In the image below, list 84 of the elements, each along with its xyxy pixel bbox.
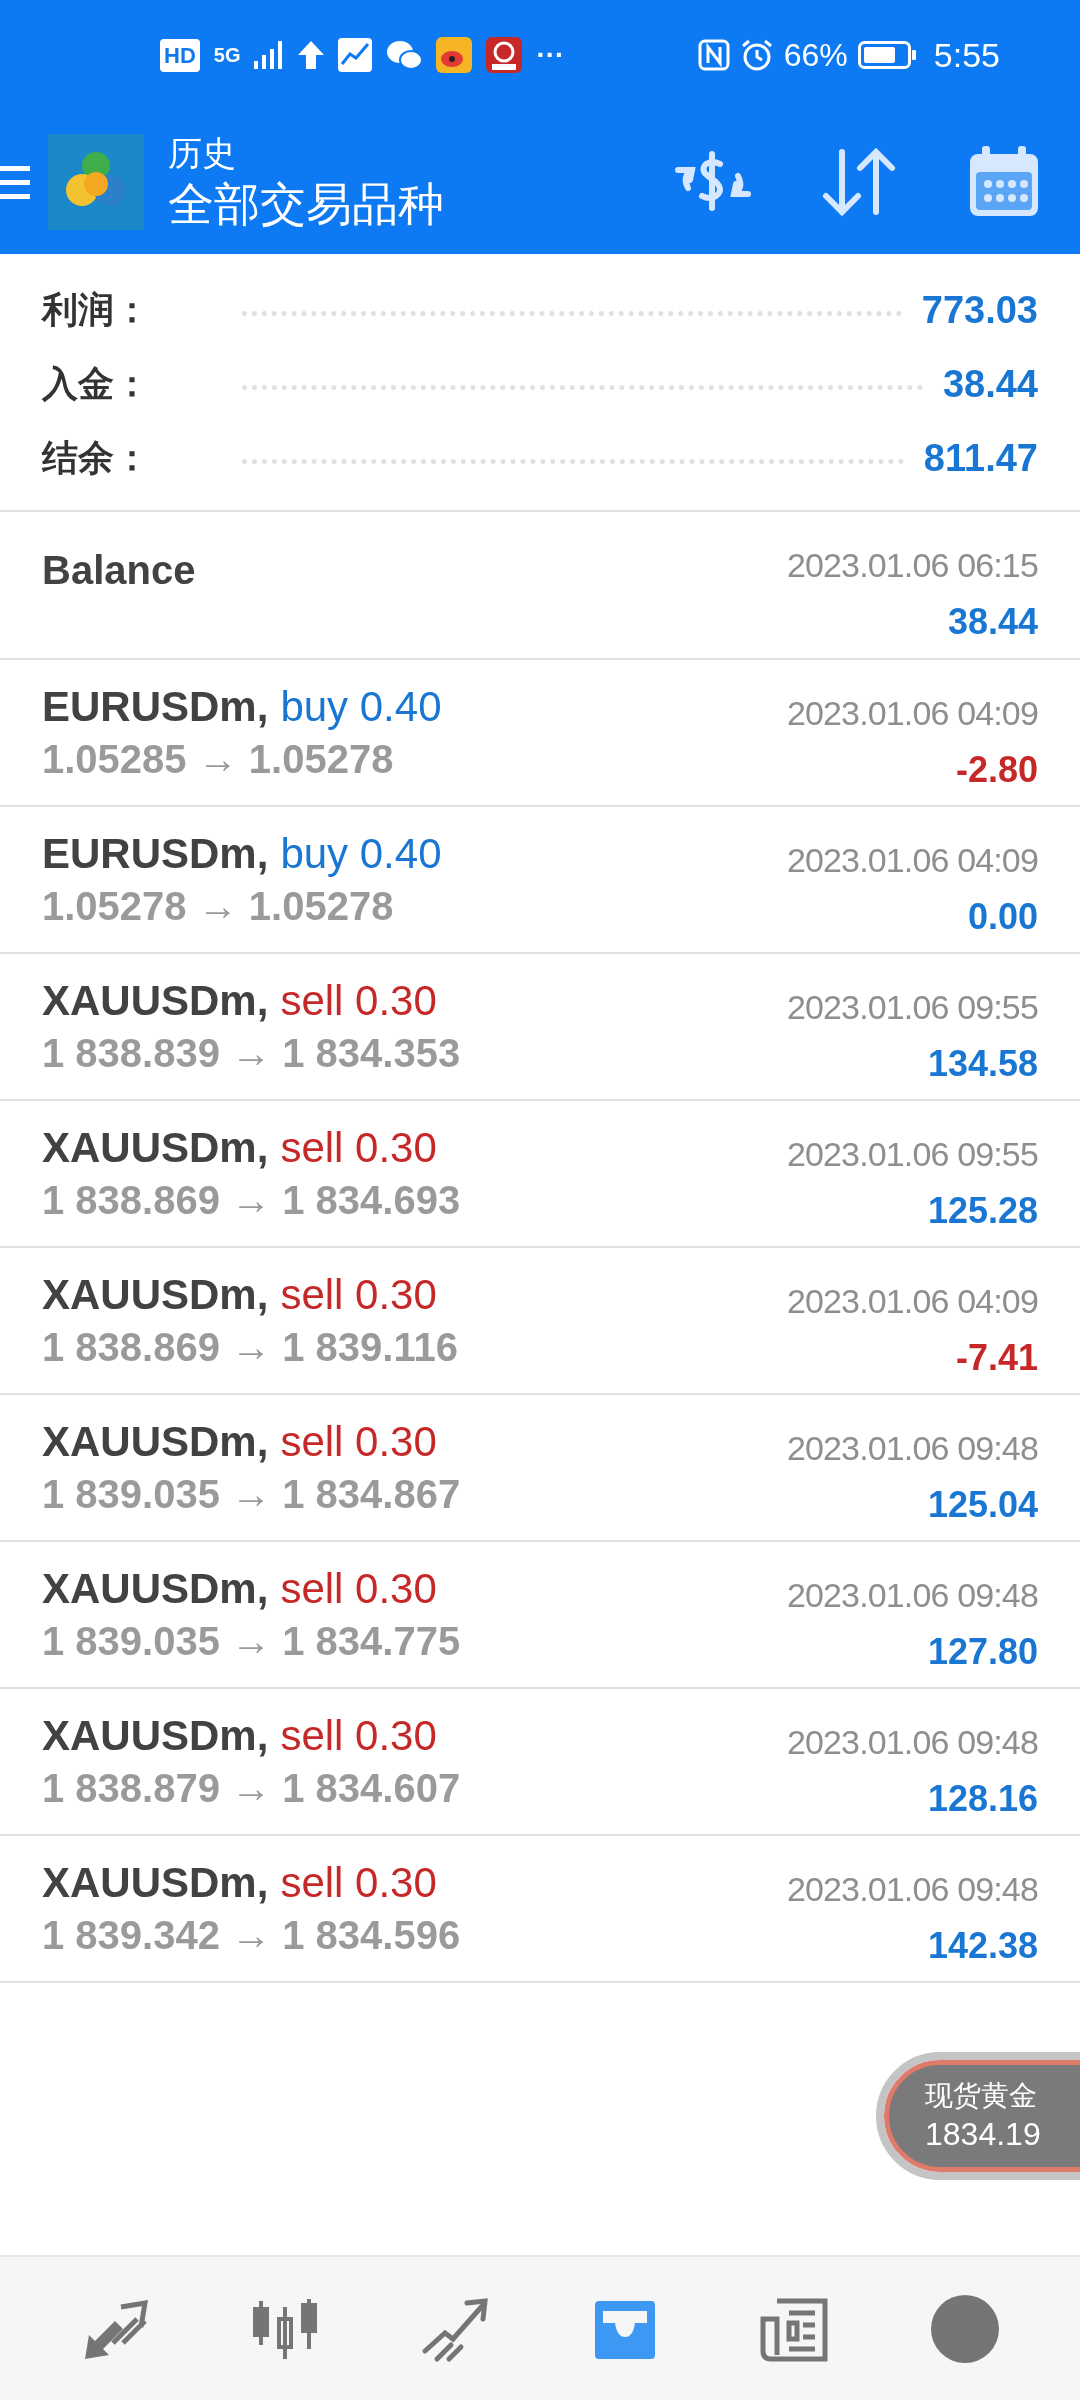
deal-row[interactable]: XAUUSDm, sell 0.30 1 839.035 → 1 834.867 2023.01.06 09:48 125.04 bbox=[0, 1395, 1080, 1542]
price-range: 1 839.035 → 1 834.867 bbox=[42, 1471, 461, 1518]
deal-row[interactable]: Balance 2023.01.06 06:15 38.44 bbox=[0, 512, 1080, 660]
order-volume: sell 0.30 bbox=[280, 1711, 437, 1761]
order-volume: sell 0.30 bbox=[280, 1270, 437, 1320]
symbol-name: XAUUSDm, bbox=[42, 1858, 269, 1908]
deal-time: 2023.01.06 09:48 bbox=[786, 1869, 1038, 1910]
battery-icon bbox=[857, 41, 916, 69]
profit-value: 38.44 bbox=[947, 600, 1038, 644]
deal-row[interactable]: EURUSDm, buy 0.40 1.05278 → 1.05278 2023.01.06 04:09 0.00 bbox=[0, 807, 1080, 954]
chat-bubbles-icon bbox=[386, 39, 423, 71]
profit-value: -7.41 bbox=[955, 1336, 1038, 1380]
profit-value: 0.00 bbox=[967, 895, 1038, 939]
upload-arrow-icon bbox=[298, 41, 325, 69]
chart-app-icon bbox=[338, 38, 373, 72]
symbol-name: EURUSDm, bbox=[42, 682, 269, 732]
sort-arrows-icon[interactable] bbox=[822, 146, 898, 218]
signal-icon bbox=[254, 41, 285, 69]
symbol-name: EURUSDm, bbox=[42, 829, 269, 879]
symbol-filter[interactable]: 全部交易品种 bbox=[168, 175, 444, 233]
price-range: 1.05278 → 1.05278 bbox=[42, 883, 395, 930]
price-range: 1 838.869 → 1 834.693 bbox=[42, 1177, 461, 1224]
deal-time: 2023.01.06 09:55 bbox=[786, 987, 1038, 1028]
price-range: 1 839.342 → 1 834.596 bbox=[42, 1912, 461, 1959]
order-volume: sell 0.30 bbox=[280, 1417, 437, 1467]
screen-title: 历史 bbox=[168, 133, 237, 174]
deal-time: 2023.01.06 06:15 bbox=[786, 545, 1038, 586]
profit-value: 127.80 bbox=[927, 1630, 1038, 1674]
summary-label: 入金： bbox=[42, 362, 151, 406]
app-logo-icon bbox=[48, 134, 144, 230]
order-volume: buy 0.40 bbox=[280, 682, 442, 732]
deal-row[interactable]: XAUUSDm, sell 0.30 1 838.839 → 1 834.353 2023.01.06 09:55 134.58 bbox=[0, 954, 1080, 1101]
order-volume: sell 0.30 bbox=[280, 1123, 437, 1173]
symbol-name: XAUUSDm, bbox=[42, 1123, 269, 1173]
battery-percent: 66% bbox=[783, 36, 848, 75]
summary-label: 结余： bbox=[42, 436, 151, 480]
summary-label: 利润： bbox=[42, 288, 151, 332]
alarm-icon bbox=[739, 38, 774, 72]
deal-row[interactable]: XAUUSDm, sell 0.30 1 839.342 → 1 834.596 2023.01.06 09:48 142.38 bbox=[0, 1836, 1080, 1983]
symbol-name: XAUUSDm, bbox=[42, 1711, 269, 1761]
deal-time: 2023.01.06 04:09 bbox=[786, 693, 1038, 734]
network-label: 5G bbox=[213, 43, 241, 68]
deal-time: 2023.01.06 04:09 bbox=[786, 840, 1038, 881]
clock-time: 5:55 bbox=[933, 34, 1000, 76]
profit-value: 125.04 bbox=[927, 1483, 1038, 1527]
price-range: 1 838.869 → 1 839.116 bbox=[42, 1324, 458, 1371]
deal-row[interactable]: XAUUSDm, sell 0.30 1 838.869 → 1 839.116 2023.01.06 04:09 -7.41 bbox=[0, 1248, 1080, 1395]
more-notifications: ··· bbox=[536, 38, 565, 72]
price-range: 1 838.839 → 1 834.353 bbox=[42, 1030, 461, 1077]
price-range: 1 839.035 → 1 834.775 bbox=[42, 1618, 461, 1665]
deal-time: 2023.01.06 09:55 bbox=[786, 1134, 1038, 1175]
symbol-name: XAUUSDm, bbox=[42, 976, 269, 1026]
profit-value: -2.80 bbox=[955, 748, 1038, 792]
summary-value: 811.47 bbox=[923, 435, 1038, 481]
deal-time: 2023.01.06 04:09 bbox=[786, 1281, 1038, 1322]
deal-title: Balance bbox=[42, 547, 196, 594]
deal-row[interactable]: XAUUSDm, sell 0.30 1 838.879 → 1 834.607 2023.01.06 09:48 128.16 bbox=[0, 1689, 1080, 1836]
quote-price: 1834.19 bbox=[925, 2115, 1042, 2154]
symbol-name: XAUUSDm, bbox=[42, 1417, 269, 1467]
profit-value: 142.38 bbox=[927, 1924, 1038, 1968]
order-volume: sell 0.30 bbox=[280, 976, 437, 1026]
summary-value: 38.44 bbox=[942, 361, 1038, 407]
deal-row[interactable]: XAUUSDm, sell 0.30 1 839.035 → 1 834.775 2023.01.06 09:48 127.80 bbox=[0, 1542, 1080, 1689]
quote-name: 现货黄金 bbox=[925, 2079, 1038, 2113]
summary-value: 773.03 bbox=[921, 287, 1038, 333]
price-range: 1.05285 → 1.05278 bbox=[42, 736, 395, 783]
nfc-icon bbox=[697, 39, 730, 71]
price-range: 1 838.879 → 1 834.607 bbox=[42, 1765, 461, 1812]
deal-row[interactable]: EURUSDm, buy 0.40 1.05285 → 1.05278 2023.01.06 04:09 -2.80 bbox=[0, 660, 1080, 807]
order-volume: buy 0.40 bbox=[280, 829, 442, 879]
order-volume: sell 0.30 bbox=[280, 1858, 437, 1908]
deal-time: 2023.01.06 09:48 bbox=[786, 1722, 1038, 1763]
symbol-name: XAUUSDm, bbox=[42, 1564, 269, 1614]
hd-label: HD bbox=[160, 38, 200, 72]
deal-row[interactable]: XAUUSDm, sell 0.30 1 838.869 → 1 834.693 2023.01.06 09:55 125.28 bbox=[0, 1101, 1080, 1248]
deal-time: 2023.01.06 09:48 bbox=[786, 1575, 1038, 1616]
symbol-name: XAUUSDm, bbox=[42, 1270, 269, 1320]
order-volume: sell 0.30 bbox=[280, 1564, 437, 1614]
profit-value: 134.58 bbox=[927, 1042, 1038, 1086]
eye-app-icon bbox=[436, 37, 473, 73]
deal-time: 2023.01.06 09:48 bbox=[786, 1428, 1038, 1469]
profit-value: 125.28 bbox=[927, 1189, 1038, 1233]
calendar-icon[interactable] bbox=[968, 146, 1040, 218]
profit-value: 128.16 bbox=[927, 1777, 1038, 1821]
